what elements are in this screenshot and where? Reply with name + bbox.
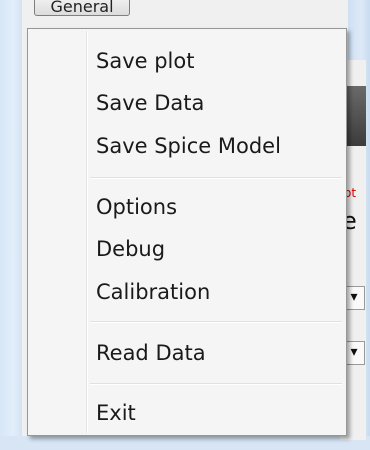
menu-item-exit[interactable]: Exit [96, 393, 336, 433]
window-frame-left [0, 0, 22, 450]
window-frame-bottom [0, 436, 370, 450]
menu-item-read-data[interactable]: Read Data [96, 333, 336, 373]
menu-item-save-data[interactable]: Save Data [96, 83, 336, 123]
menu-item-save-plot[interactable]: Save plot [96, 41, 336, 81]
menu-icon-gutter [86, 31, 88, 433]
menu-separator [90, 321, 342, 323]
chevron-down-icon: ▾ [350, 289, 358, 305]
context-menu: Save plot Save Data Save Spice Model Opt… [27, 28, 347, 436]
menu-item-calibration[interactable]: Calibration [96, 272, 336, 312]
menu-item-options[interactable]: Options [96, 187, 336, 227]
menu-separator [90, 383, 342, 385]
menu-item-save-spice-model[interactable]: Save Spice Model [96, 126, 336, 166]
menu-item-debug[interactable]: Debug [96, 229, 336, 269]
general-menu-button[interactable]: General [34, 0, 130, 16]
menu-separator [90, 177, 342, 179]
chevron-down-icon: ▾ [350, 344, 358, 360]
